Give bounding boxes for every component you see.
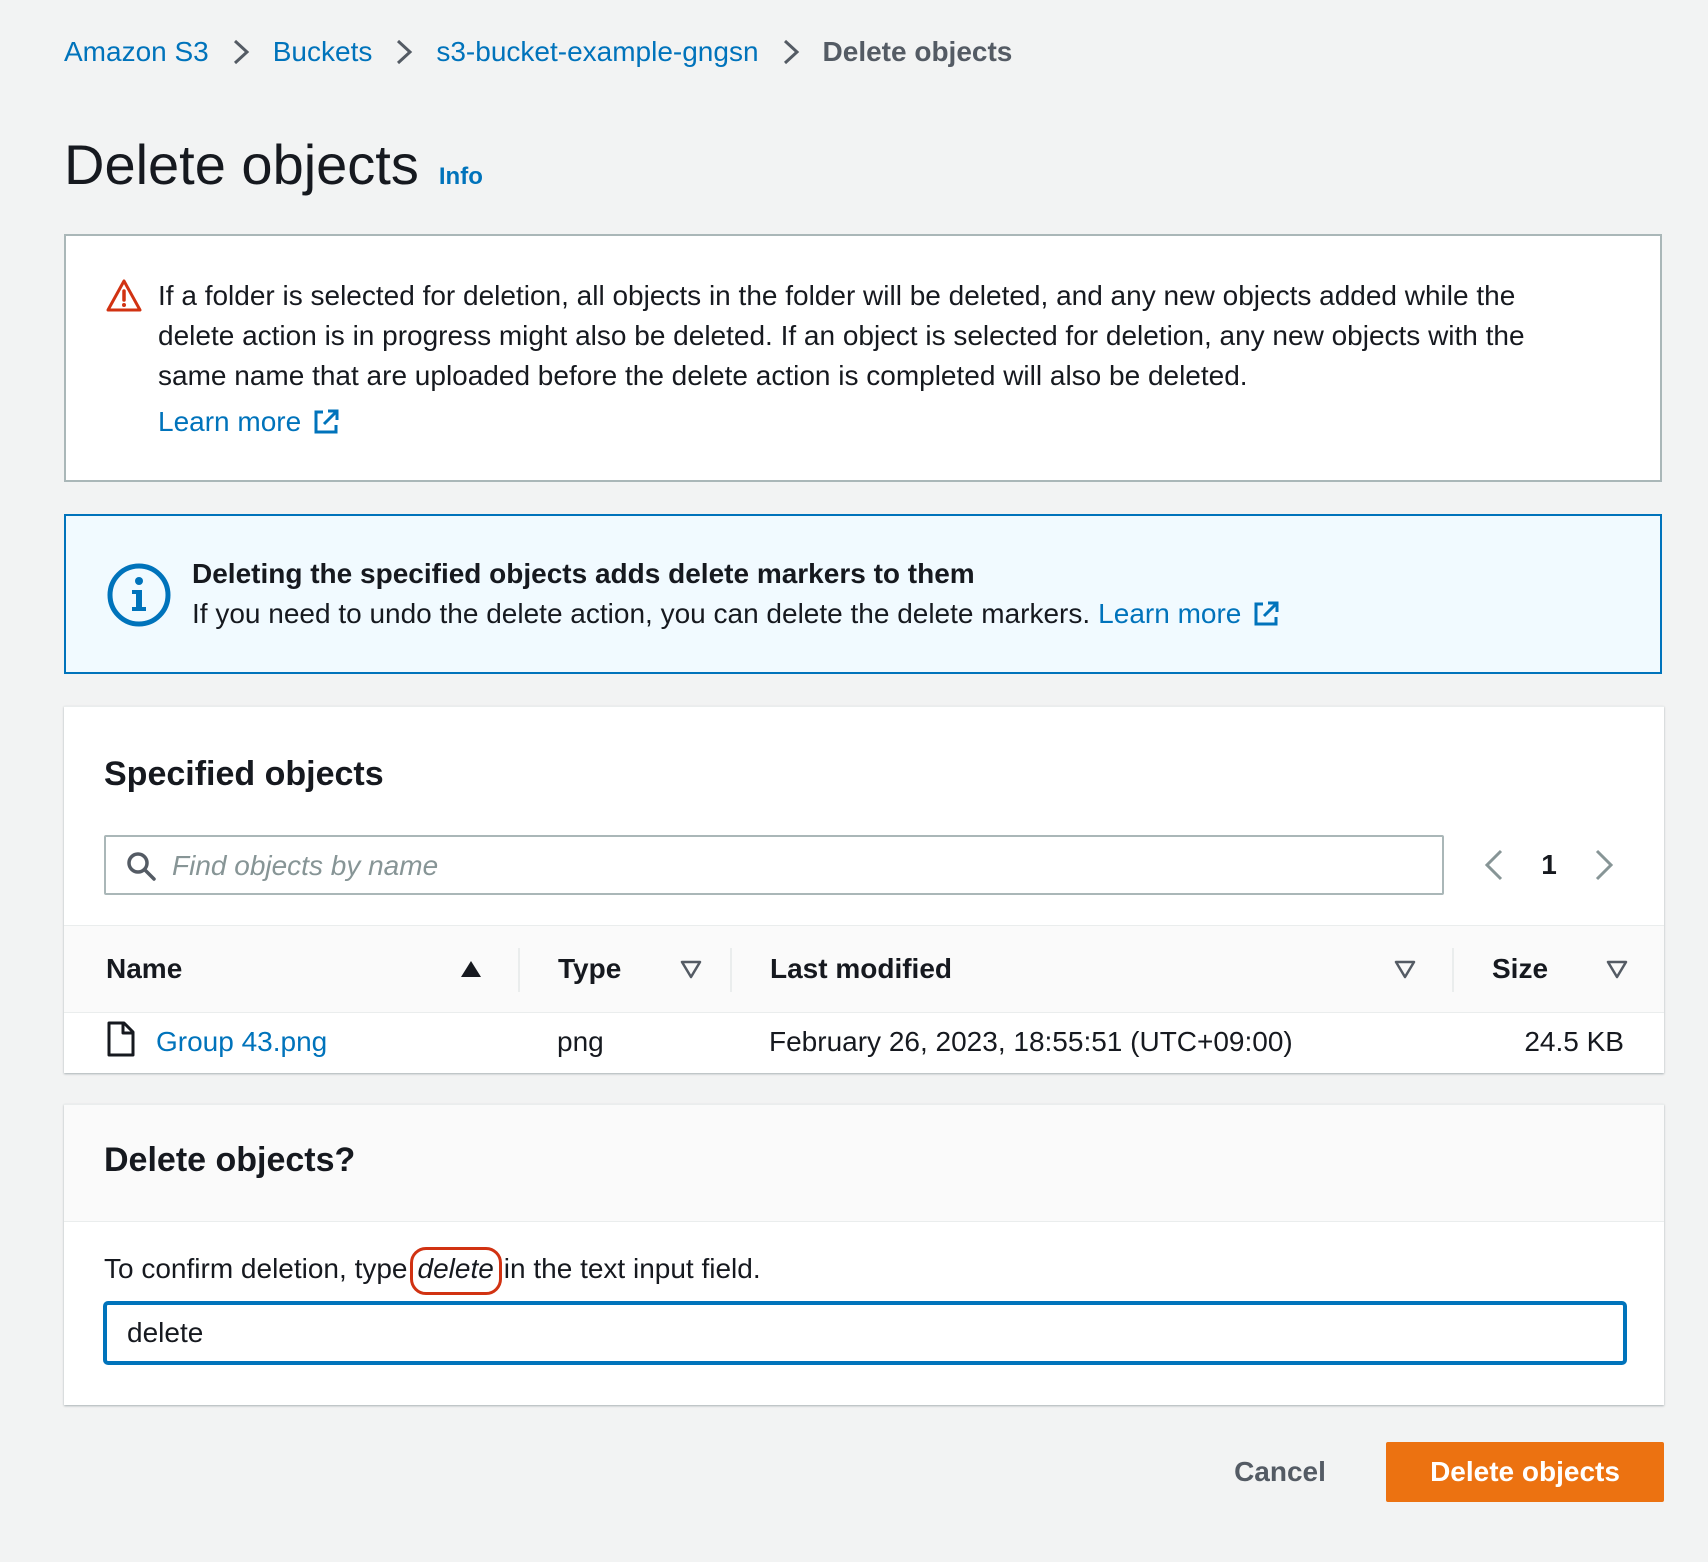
- external-link-icon: [1254, 601, 1279, 626]
- breadcrumb-amazon-s3[interactable]: Amazon S3: [64, 36, 209, 68]
- chevron-right-icon: [1595, 849, 1614, 881]
- sort-ascending-icon[interactable]: [458, 956, 484, 982]
- chevron-left-icon: [1484, 849, 1503, 881]
- info-learn-more-link[interactable]: Learn more: [1098, 598, 1281, 630]
- specified-objects-panel: Specified objects 1 Name Type Las: [64, 706, 1664, 1073]
- info-body: If you need to undo the delete action, y…: [192, 598, 1281, 630]
- confirm-instruction-after: in the text input field.: [503, 1253, 761, 1284]
- column-divider[interactable]: [730, 948, 732, 992]
- object-size: 24.5 KB: [1524, 1026, 1624, 1057]
- breadcrumb-bucket-name[interactable]: s3-bucket-example-gngsn: [436, 36, 758, 68]
- sort-descending-icon[interactable]: [1392, 956, 1418, 982]
- object-last-modified: February 26, 2023, 18:55:51 (UTC+09:00): [769, 1026, 1293, 1057]
- column-header-name[interactable]: Name: [106, 926, 182, 1012]
- chevron-right-icon: [771, 37, 811, 67]
- column-divider[interactable]: [518, 948, 520, 992]
- warning-learn-more-link[interactable]: Learn more: [158, 406, 341, 438]
- breadcrumb-current: Delete objects: [822, 36, 1013, 67]
- confirm-delete-input[interactable]: [104, 1302, 1626, 1364]
- info-alert: Deleting the specified objects adds dele…: [64, 514, 1662, 674]
- search-input[interactable]: [170, 843, 1424, 889]
- column-header-size[interactable]: Size: [1492, 926, 1548, 1012]
- external-link-icon: [314, 409, 339, 434]
- info-body-text: If you need to undo the delete action, y…: [192, 598, 1091, 629]
- previous-page-button[interactable]: [1474, 845, 1514, 885]
- sort-descending-icon[interactable]: [678, 956, 704, 982]
- file-icon: [107, 1021, 135, 1057]
- warning-text: If a folder is selected for deletion, al…: [158, 280, 1525, 391]
- warning-learn-more-label: Learn more: [158, 406, 302, 437]
- confirm-delete-panel: Delete objects? To confirm deletion, typ…: [64, 1104, 1664, 1405]
- confirm-title: Delete objects?: [104, 1141, 356, 1179]
- column-divider[interactable]: [1452, 948, 1454, 992]
- pagination: 1: [1474, 835, 1624, 895]
- table-row: Group 43.png png February 26, 2023, 18:5…: [64, 1011, 1664, 1073]
- object-name-link[interactable]: Group 43.png: [156, 1011, 327, 1073]
- confirm-instruction: To confirm deletion, type delete in the …: [104, 1247, 761, 1295]
- confirm-panel-header: Delete objects?: [64, 1105, 1664, 1222]
- confirm-keyword-highlight: delete: [409, 1247, 502, 1295]
- search-box: [104, 835, 1444, 895]
- chevron-right-icon: [221, 37, 261, 67]
- info-link[interactable]: Info: [439, 163, 483, 191]
- warning-triangle-icon: [106, 279, 142, 312]
- confirm-instruction-before: To confirm deletion, type: [104, 1253, 408, 1284]
- delete-objects-button[interactable]: Delete objects: [1386, 1442, 1664, 1502]
- next-page-button[interactable]: [1584, 845, 1624, 885]
- delete-objects-page: Amazon S3 Buckets s3-bucket-example-gngs…: [0, 0, 1708, 1562]
- column-header-last-modified[interactable]: Last modified: [770, 926, 952, 1012]
- warning-alert: If a folder is selected for deletion, al…: [64, 234, 1662, 482]
- cancel-button[interactable]: Cancel: [1210, 1442, 1350, 1502]
- search-icon: [127, 852, 156, 881]
- sort-descending-icon[interactable]: [1604, 956, 1630, 982]
- info-learn-more-label: Learn more: [1098, 598, 1242, 629]
- info-heading: Deleting the specified objects adds dele…: [192, 558, 975, 589]
- info-circle-icon: [107, 563, 171, 627]
- column-header-type[interactable]: Type: [558, 926, 621, 1012]
- chevron-right-icon: [384, 37, 424, 67]
- specified-objects-title: Specified objects: [104, 755, 384, 793]
- page-title: Delete objects: [64, 133, 419, 196]
- page-header: Delete objects Info: [64, 132, 483, 197]
- current-page-number[interactable]: 1: [1514, 849, 1584, 881]
- object-type: png: [557, 1026, 604, 1057]
- confirm-keyword: delete: [417, 1253, 494, 1284]
- breadcrumb-buckets[interactable]: Buckets: [273, 36, 373, 68]
- breadcrumb: Amazon S3 Buckets s3-bucket-example-gngs…: [64, 36, 1012, 68]
- table-header: Name Type Last modified Size: [64, 925, 1664, 1013]
